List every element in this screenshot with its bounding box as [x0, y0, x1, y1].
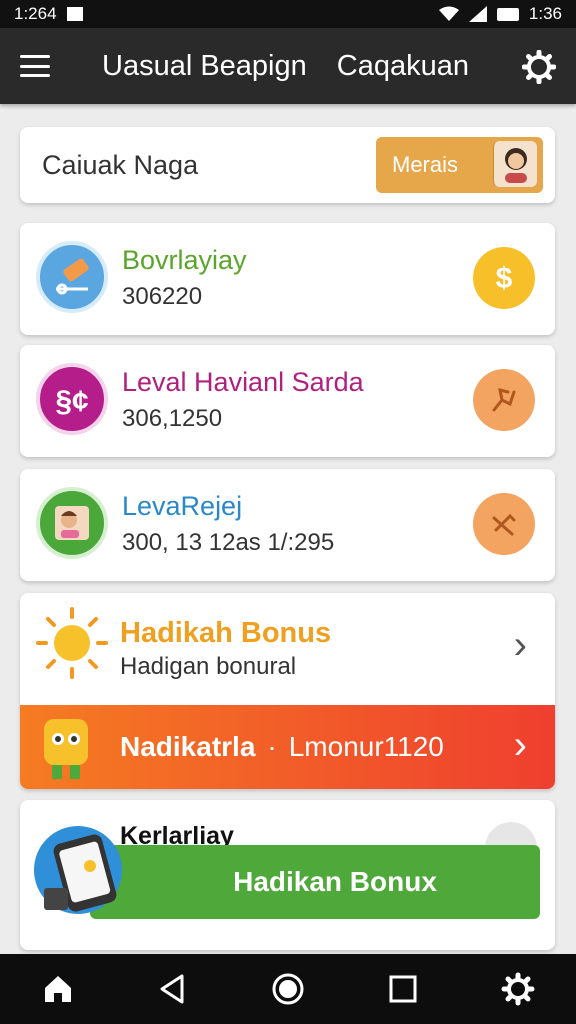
dollar-icon: $: [473, 247, 535, 309]
banner-value: Lmonur1120: [288, 731, 444, 762]
banner-text: Nadikatrla: [120, 731, 256, 762]
profile-card: Caiuak Naga Merais: [20, 127, 555, 203]
gear-icon[interactable]: [522, 50, 556, 84]
mascot-icon: [44, 719, 88, 779]
list-item-bovrlayiay[interactable]: Bovrlayiay 306220 $: [20, 223, 555, 335]
svg-text:$: $: [496, 262, 513, 295]
bonus-title: Hadikah Bonus: [120, 617, 332, 649]
profile-name: Caiuak Naga: [42, 149, 199, 180]
home-icon[interactable]: [41, 972, 75, 1006]
home-circle-icon[interactable]: [271, 972, 305, 1006]
sun-icon: [36, 607, 108, 679]
row-value: 300, 13 12as 1/:295: [122, 529, 335, 556]
app-title: Uasual Beapign: [102, 49, 307, 82]
chevron-right-icon[interactable]: ›: [514, 723, 527, 768]
status-bar: 1:264 1:36: [0, 0, 576, 28]
battery-icon: [496, 7, 519, 21]
bonus-subtitle: Hadigan bonural: [120, 653, 297, 680]
chevron-right-icon[interactable]: ›: [514, 623, 527, 668]
runner-icon: [473, 369, 535, 431]
row-title: LevaRejej: [122, 491, 243, 521]
list-item-levarejej[interactable]: LevaRejej 300, 13 12as 1/:295: [20, 469, 555, 581]
bonus-banner[interactable]: Nadikatrla · Lmonur1120 ›: [20, 705, 555, 789]
phone-illustration-icon: [34, 826, 122, 914]
back-icon[interactable]: [156, 972, 190, 1006]
notification-icon: [66, 7, 83, 21]
row-value: 306220: [122, 283, 203, 310]
row-value: 306,1250: [122, 405, 223, 432]
tag-icon: [36, 241, 108, 313]
signal-icon: [468, 6, 487, 22]
recents-icon[interactable]: [386, 972, 420, 1006]
promo-button-label: Hadikan Bonux: [233, 866, 437, 897]
app-bar: Uasual Beapign Caqakuan: [0, 28, 576, 104]
merais-button[interactable]: Merais: [376, 137, 543, 193]
status-time-left: 1:264: [14, 4, 57, 23]
row-title: Leval Havianl Sarda: [122, 367, 364, 397]
avatar: [493, 141, 537, 187]
list-item-leval-havianl-sarda[interactable]: §¢ Leval Havianl Sarda 306,1250: [20, 345, 555, 457]
banner-separator: ·: [267, 731, 277, 762]
app-bar-action[interactable]: Caqakuan: [337, 50, 469, 83]
status-time-right: 1:36: [528, 4, 562, 23]
menu-icon[interactable]: [20, 55, 50, 77]
nav-bar: [0, 954, 576, 1024]
hadikan-bonux-button[interactable]: Hadikan Bonux: [90, 845, 540, 919]
game-logo-icon: §¢: [36, 363, 108, 435]
wifi-icon: [438, 6, 459, 21]
wrench-icon: [473, 493, 535, 555]
profile-photo-icon: [36, 487, 108, 559]
promo-card: Kerlarliay Hadikan Bonux: [20, 800, 555, 950]
svg-text:§¢: §¢: [55, 385, 88, 418]
merais-button-label: Merais: [392, 152, 459, 177]
settings-icon[interactable]: [501, 972, 535, 1006]
bonus-card[interactable]: Hadikah Bonus Hadigan bonural › Nadikatr…: [20, 593, 555, 789]
row-title: Bovrlayiay: [122, 245, 247, 275]
